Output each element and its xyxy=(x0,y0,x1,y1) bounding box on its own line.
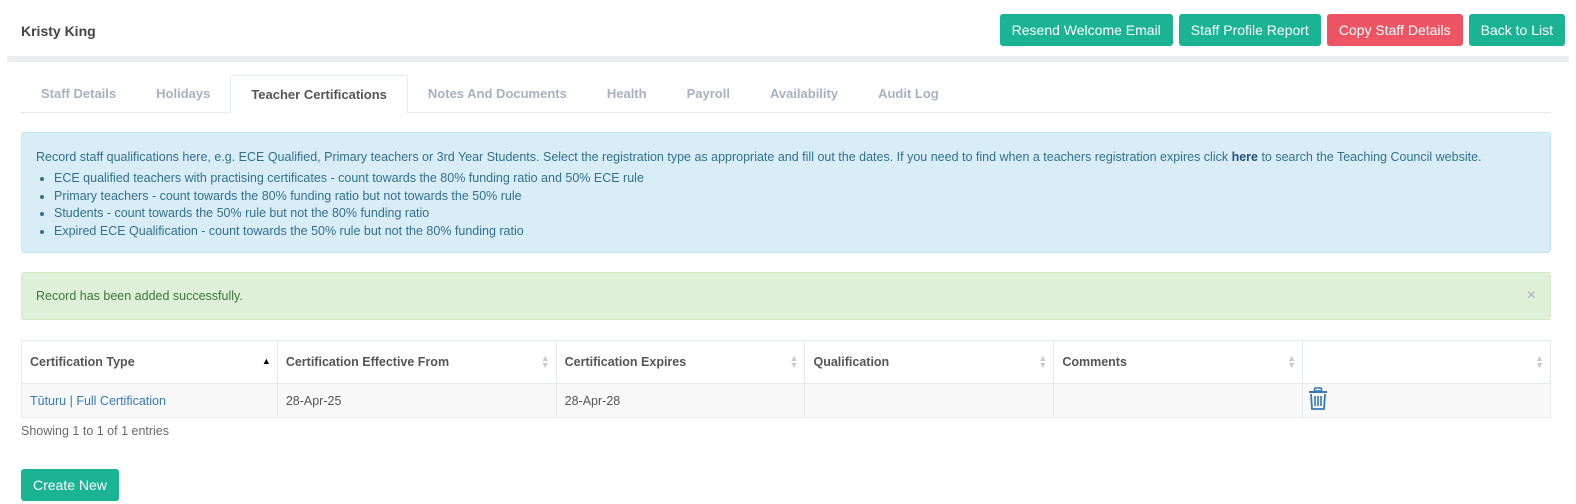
header-divider xyxy=(7,56,1569,62)
column-header-certification-type[interactable]: Certification Type ▲ xyxy=(21,340,278,384)
cell-qualification xyxy=(804,383,1055,418)
table-info: Showing 1 to 1 of 1 entries xyxy=(21,424,170,438)
info-alert: Record staff qualifications here, e.g. E… xyxy=(21,132,1551,253)
page-header: Kristy King Resend Welcome Email Staff P… xyxy=(0,0,1576,60)
close-icon[interactable]: × xyxy=(1527,273,1536,319)
tab-notes-and-documents[interactable]: Notes And Documents xyxy=(408,75,587,113)
sort-icon: ▲ ▼ xyxy=(1287,353,1297,370)
column-header-expires[interactable]: Certification Expires ▲ ▼ xyxy=(555,340,806,384)
info-bullet-list: ECE qualified teachers with practising c… xyxy=(36,170,1536,240)
column-header-qualification[interactable]: Qualification ▲ ▼ xyxy=(804,340,1055,384)
staff-profile-report-button[interactable]: Staff Profile Report xyxy=(1178,14,1321,46)
info-bullet: ECE qualified teachers with practising c… xyxy=(54,170,1536,188)
tab-audit-log[interactable]: Audit Log xyxy=(858,75,959,113)
teaching-council-link[interactable]: here xyxy=(1232,150,1258,164)
column-label: Certification Effective From xyxy=(285,355,450,369)
sort-icon: ▲ ▼ xyxy=(1535,353,1544,370)
header-actions: Resend Welcome Email Staff Profile Repor… xyxy=(999,14,1565,46)
back-to-list-button[interactable]: Back to List xyxy=(1468,14,1565,46)
copy-staff-details-button[interactable]: Copy Staff Details xyxy=(1326,14,1463,46)
table-header-row: Certification Type ▲ Certification Effect… xyxy=(21,340,1551,384)
info-intro-text-end: to search the Teaching Council website. xyxy=(1257,150,1482,164)
tab-health[interactable]: Health xyxy=(587,75,667,113)
info-intro-text: Record staff qualifications here, e.g. E… xyxy=(36,150,1232,164)
cell-actions xyxy=(1302,383,1551,418)
sort-icon: ▲ ▼ xyxy=(789,353,799,370)
column-label: Certification Type xyxy=(30,355,135,369)
tab-payroll[interactable]: Payroll xyxy=(667,75,750,113)
sort-icon: ▲ ▼ xyxy=(1038,353,1048,370)
create-new-button[interactable]: Create New xyxy=(21,469,119,501)
column-label: Certification Expires xyxy=(564,355,687,369)
certification-type-link[interactable]: Tūturu | Full Certification xyxy=(30,394,166,408)
sort-icon: ▲ ▼ xyxy=(540,353,550,370)
tab-staff-details[interactable]: Staff Details xyxy=(21,75,136,113)
tab-teacher-certifications[interactable]: Teacher Certifications xyxy=(230,75,408,114)
table-row: Tūturu | Full Certification 28-Apr-25 28… xyxy=(21,383,1551,418)
tab-bar: Staff Details Holidays Teacher Certifica… xyxy=(21,75,1551,114)
info-intro: Record staff qualifications here, e.g. E… xyxy=(36,149,1536,165)
info-bullet: Expired ECE Qualification - count toward… xyxy=(54,223,1536,241)
sort-ascending-icon: ▲ xyxy=(261,356,271,366)
resend-welcome-email-button[interactable]: Resend Welcome Email xyxy=(999,14,1173,46)
cell-effective-from: 28-Apr-25 xyxy=(276,383,557,418)
trash-icon[interactable] xyxy=(1307,387,1329,414)
column-label: Qualification xyxy=(813,355,890,369)
staff-name: Kristy King xyxy=(21,23,96,39)
info-bullet: Students - count towards the 50% rule bu… xyxy=(54,205,1536,223)
cell-expires: 28-Apr-28 xyxy=(555,383,806,418)
certifications-table: Certification Type ▲ Certification Effect… xyxy=(21,340,1551,418)
success-alert: Record has been added successfully. × xyxy=(21,272,1551,320)
tab-holidays[interactable]: Holidays xyxy=(136,75,230,113)
column-label: Comments xyxy=(1062,355,1127,369)
column-header-actions[interactable]: ▲ ▼ xyxy=(1302,340,1551,384)
info-bullet: Primary teachers - count towards the 80%… xyxy=(54,188,1536,206)
tab-availability[interactable]: Availability xyxy=(750,75,858,113)
cell-comments xyxy=(1053,383,1304,418)
column-header-effective-from[interactable]: Certification Effective From ▲ ▼ xyxy=(276,340,557,384)
cell-certification-type: Tūturu | Full Certification xyxy=(21,383,278,418)
success-message: Record has been added successfully. xyxy=(36,289,243,303)
column-header-comments[interactable]: Comments ▲ ▼ xyxy=(1053,340,1304,384)
